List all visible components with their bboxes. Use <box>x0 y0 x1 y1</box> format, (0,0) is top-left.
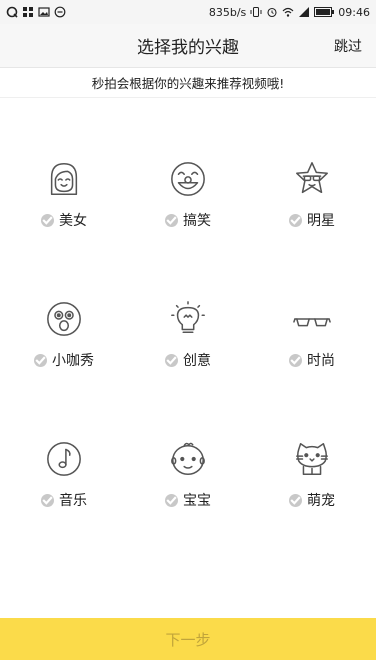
lightbulb-icon <box>171 301 205 334</box>
interest-label-row: 音乐 <box>41 490 87 510</box>
status-right-icons: 835b/s 09:46 <box>209 6 370 19</box>
check-icon <box>34 353 47 367</box>
net-speed: 835b/s <box>208 5 247 19</box>
interest-label-row: 时尚 <box>289 350 335 370</box>
interest-item-xiaokaxiu[interactable]: 小咖秀 <box>2 300 126 440</box>
glasses-icon <box>293 318 331 327</box>
skip-button[interactable]: 跳过 <box>334 36 362 56</box>
vibrate-icon <box>250 7 262 17</box>
interest-label-row: 小咖秀 <box>34 350 94 370</box>
grid-notification-icon <box>23 7 33 17</box>
check-icon <box>289 353 302 367</box>
wifi-icon <box>282 7 294 17</box>
interest-label: 明星 <box>307 213 335 229</box>
interest-label-row: 搞笑 <box>165 210 211 230</box>
subtitle-hint: 秒拍会根据你的兴趣来推荐视频哦! <box>0 68 376 98</box>
interest-item-pets[interactable]: 萌宠 <box>250 440 374 580</box>
interest-item-celebrity[interactable]: 明星 <box>250 160 374 300</box>
interest-label-row: 明星 <box>289 210 335 230</box>
interest-label-row: 美女 <box>41 210 87 230</box>
interest-item-fashion[interactable]: 时尚 <box>250 300 374 440</box>
interest-label-row: 萌宠 <box>289 490 335 510</box>
interest-label: 美女 <box>59 213 87 229</box>
interest-label-row: 宝宝 <box>165 490 211 510</box>
star-sunglasses-icon <box>296 162 328 194</box>
interest-label: 萌宠 <box>307 493 335 509</box>
cat-face-icon <box>296 443 328 475</box>
check-icon <box>289 213 302 227</box>
interest-label: 宝宝 <box>183 493 211 509</box>
interest-grid: 美女 搞笑 明星 小咖秀 创意 时尚 音乐 宝宝 萌宠 <box>0 160 376 580</box>
interest-item-creative[interactable]: 创意 <box>126 300 250 440</box>
signal-icon <box>299 7 310 17</box>
interest-item-music[interactable]: 音乐 <box>2 440 126 580</box>
girl-face-icon <box>50 163 78 195</box>
baby-face-icon <box>171 442 205 475</box>
next-step-button[interactable]: 下一步 <box>0 618 376 660</box>
monkey-face-icon <box>47 302 81 336</box>
interest-label: 音乐 <box>59 493 87 509</box>
battery-icon <box>314 7 335 17</box>
interest-item-funny[interactable]: 搞笑 <box>126 160 250 300</box>
music-disc-icon <box>47 442 81 476</box>
check-icon <box>41 213 54 227</box>
check-icon <box>41 493 54 507</box>
interest-label: 创意 <box>183 353 211 369</box>
interest-label: 搞笑 <box>183 213 211 229</box>
header-bar: 选择我的兴趣 跳过 <box>0 24 376 68</box>
interest-item-beauty[interactable]: 美女 <box>2 160 126 300</box>
clock-time: 09:46 <box>338 5 370 19</box>
check-icon <box>289 493 302 507</box>
alarm-icon <box>267 7 277 18</box>
status-bar: 835b/s 09:46 <box>0 0 376 24</box>
clown-face-icon <box>171 162 205 196</box>
interest-label: 小咖秀 <box>52 353 94 369</box>
interest-item-baby[interactable]: 宝宝 <box>126 440 250 580</box>
page-title: 选择我的兴趣 <box>137 38 239 58</box>
minus-circle-icon <box>54 6 66 18</box>
interest-label-row: 创意 <box>165 350 211 370</box>
check-icon <box>165 353 178 367</box>
app-notification-icon <box>6 6 18 18</box>
status-left-icons <box>6 6 66 18</box>
interest-label: 时尚 <box>307 353 335 369</box>
image-notification-icon <box>38 7 50 17</box>
check-icon <box>165 213 178 227</box>
check-icon <box>165 493 178 507</box>
